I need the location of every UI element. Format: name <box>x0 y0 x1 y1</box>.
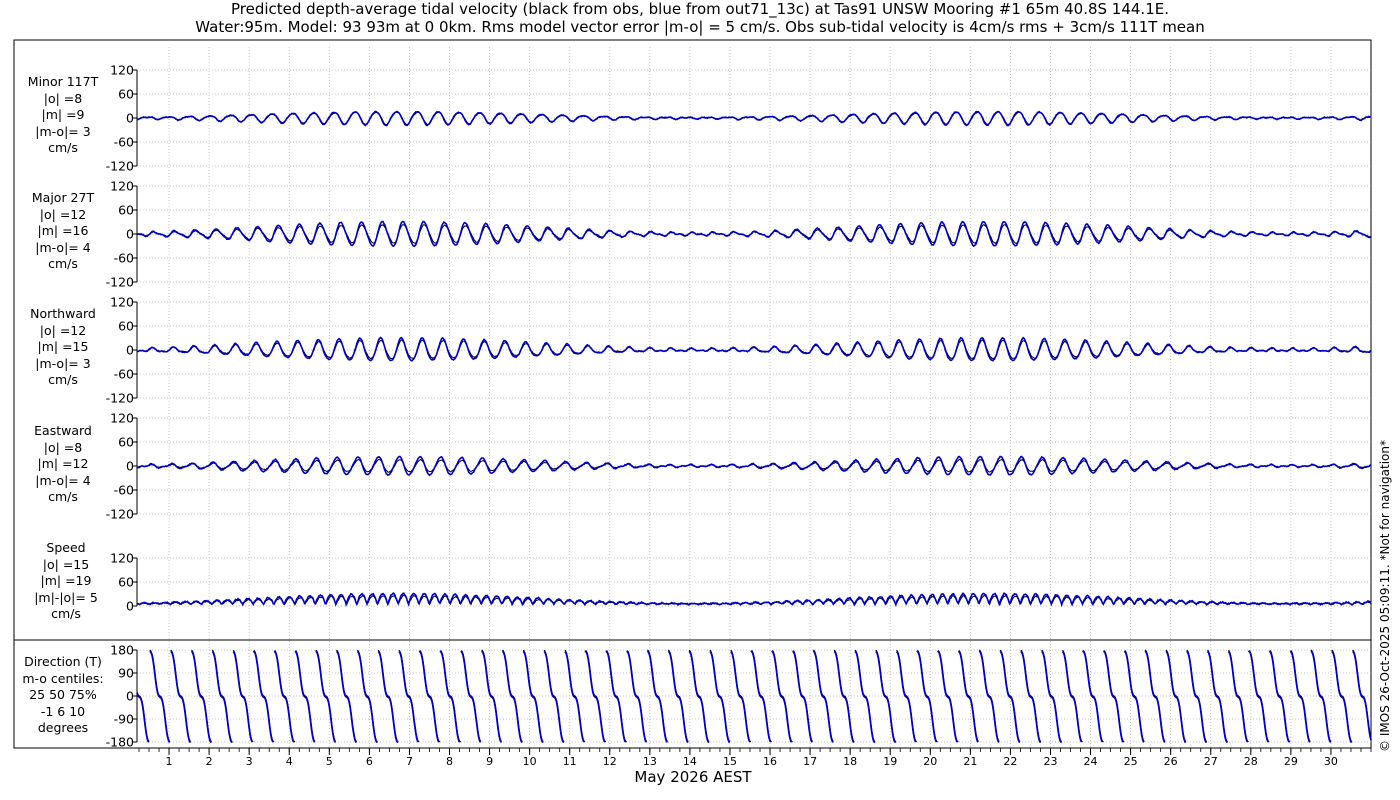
panel-label-line: |o| =12 <box>39 206 87 222</box>
y-tick-label: -120 <box>106 275 134 290</box>
x-tick-label: 20 <box>923 755 937 768</box>
x-tick-label: 13 <box>643 755 657 768</box>
series-model-speed <box>136 592 1372 608</box>
x-tick-label: 9 <box>486 755 493 768</box>
panel-label-line: |m| =19 <box>40 573 92 588</box>
panel-label-line: Direction (T) <box>24 654 102 669</box>
panel-label-line: |m| =9 <box>41 107 85 122</box>
x-tick-label: 16 <box>763 755 777 768</box>
series-model-minor <box>136 110 1372 127</box>
tidal-velocity-chart: 1 2 3 4 5 6 7 8 9 10 11 12 13 14 15 16 17 18 19 20 21 22 23 24 2… <box>13 39 1372 768</box>
x-tick-label: 27 <box>1204 755 1218 768</box>
panel-label-line: |o| =8 <box>43 439 83 455</box>
panel-label-line: |o| =15 <box>42 556 90 572</box>
x-tick-label: 8 <box>446 755 453 768</box>
y-tick-label: 0 <box>126 689 134 704</box>
x-tick-label: 29 <box>1284 755 1298 768</box>
x-tick-label: 30 <box>1324 755 1338 768</box>
panel-label-line: degrees <box>37 720 89 735</box>
panel-label-line: Eastward <box>34 423 92 438</box>
series-model-east <box>136 455 1372 477</box>
panel-label-line: cm/s <box>48 140 78 155</box>
panel-label-line: |o| =12 <box>39 322 87 338</box>
x-tick-label: 4 <box>286 755 293 768</box>
panel-label-line: cm/s <box>48 256 78 271</box>
x-tick-label: 6 <box>366 755 373 768</box>
series-model-major <box>136 220 1372 248</box>
panel-label-line: |m| =16 <box>37 223 89 238</box>
x-tick-label: 19 <box>883 755 897 768</box>
x-tick-label: 23 <box>1043 755 1057 768</box>
panel-label-north: Northward |o| =12 |m| =15 |m-o|= 3 cm/s <box>3 306 123 389</box>
panel-label-line: cm/s <box>48 489 78 504</box>
panel-label-line: Speed <box>46 540 86 555</box>
y-tick-label: 0 <box>126 343 134 358</box>
upper-frame <box>13 39 1372 641</box>
y-tick-label: -180 <box>106 735 134 750</box>
x-tick-label: 18 <box>843 755 857 768</box>
x-tick-label: 26 <box>1164 755 1178 768</box>
x-tick-label: 22 <box>1003 755 1017 768</box>
panel-label-line: Minor 117T <box>27 74 99 89</box>
x-tick-label: 17 <box>803 755 817 768</box>
y-tick-label: 0 <box>126 111 134 126</box>
panel-label-line: Northward <box>30 306 96 321</box>
x-tick-label: 5 <box>326 755 333 768</box>
x-tick-label: 28 <box>1244 755 1258 768</box>
panel-label-speed: Speed |o| =15 |m| =19 |m|-|o|= 5 cm/s <box>6 540 126 623</box>
panel-label-line: |m|-|o|= 5 <box>34 589 98 605</box>
x-tick-label: 7 <box>406 755 413 768</box>
panel-label-direction: Direction (T) m-o centiles: 25 50 75% -1 6 … <box>3 654 123 737</box>
x-tick-label: 1 <box>166 755 173 768</box>
x-axis-label: May 2026 AEST <box>634 768 752 786</box>
x-tick-label: 3 <box>246 755 253 768</box>
x-tick-label: 12 <box>603 755 617 768</box>
x-tick-label: 10 <box>523 755 537 768</box>
x-tick-label: 2 <box>206 755 213 768</box>
y-tick-label: 0 <box>126 227 134 242</box>
y-tick-label: 0 <box>126 599 134 614</box>
panel-label-line: |m| =12 <box>37 456 89 471</box>
x-tick-label: 11 <box>563 755 577 768</box>
panel-label-line: m-o centiles: <box>22 670 104 686</box>
panel-label-line: |o| =8 <box>43 90 83 106</box>
panel-label-east: Eastward |o| =8 |m| =12 |m-o|= 4 cm/s <box>3 423 123 506</box>
credit-text: © IMOS 26-Oct-2025 05:09:11. *Not for na… <box>1378 440 1392 752</box>
panel-label-line: cm/s <box>51 606 81 621</box>
panel-label-line: 25 50 75% <box>29 687 97 702</box>
panel-label-major: Major 27T |o| =12 |m| =16 |m-o|= 4 cm/s <box>3 190 123 273</box>
panel-label-line: cm/s <box>48 372 78 387</box>
series-model-direction <box>136 650 1372 743</box>
panel-label-minor: Minor 117T |o| =8 |m| =9 |m-o|= 3 cm/s <box>3 74 123 157</box>
y-tick-label: -120 <box>106 391 134 406</box>
panel-label-line: Major 27T <box>31 190 95 205</box>
panel-label-line: |m-o|= 4 <box>35 239 91 255</box>
panel-label-line: |m-o|= 3 <box>35 123 91 139</box>
x-tick-label: 25 <box>1124 755 1138 768</box>
panel-label-line: -1 6 10 <box>40 703 86 719</box>
panel-label-line: |m-o|= 3 <box>35 355 91 371</box>
panel-label-line: |m-o|= 4 <box>35 472 91 488</box>
y-tick-label: -120 <box>106 507 134 522</box>
y-tick-label: -120 <box>106 159 134 174</box>
x-tick-label: 14 <box>683 755 697 768</box>
x-tick-label: 24 <box>1084 755 1098 768</box>
x-tick-label: 15 <box>723 755 737 768</box>
x-tick-label: 21 <box>963 755 977 768</box>
y-tick-label: 0 <box>126 459 134 474</box>
series-model-north <box>136 336 1372 362</box>
panel-label-line: |m| =15 <box>37 339 89 354</box>
